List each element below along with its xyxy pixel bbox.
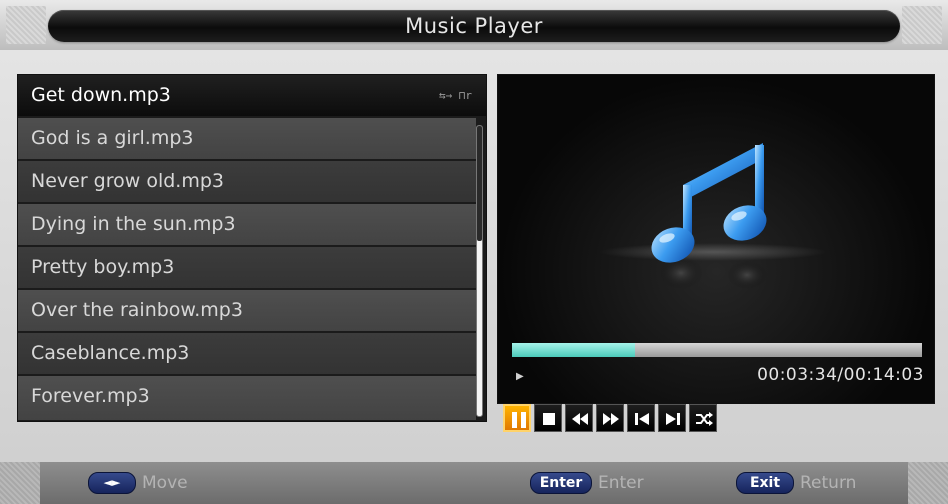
next-track-button[interactable] xyxy=(658,404,686,432)
file-name: Over the rainbow.mp3 xyxy=(31,299,243,321)
progress-bar[interactable] xyxy=(512,343,922,357)
exit-key-badge: Exit xyxy=(736,472,794,494)
fast-forward-button[interactable] xyxy=(596,404,624,432)
previous-track-button[interactable] xyxy=(627,404,655,432)
progress-fill xyxy=(512,343,635,357)
next-track-icon xyxy=(666,413,680,425)
file-name: Forever.mp3 xyxy=(31,385,150,407)
play-triangle-icon: ▶ xyxy=(516,371,524,382)
file-name: Dying in the sun.mp3 xyxy=(31,213,236,235)
file-row[interactable]: Caseblance.mp3 xyxy=(18,333,476,374)
window-title: Music Player xyxy=(405,14,543,38)
title-bar: Music Player xyxy=(48,10,900,42)
previous-track-icon xyxy=(635,413,649,425)
stop-button[interactable] xyxy=(534,404,562,432)
help-corner-right xyxy=(908,462,948,504)
file-type-badge: ⇆→ ⊓r xyxy=(438,89,472,102)
scrollbar-thumb[interactable] xyxy=(477,126,482,241)
list-scrollbar[interactable] xyxy=(476,125,483,417)
file-row[interactable]: God is a girl.mp3 xyxy=(18,118,476,159)
rewind-button[interactable] xyxy=(565,404,593,432)
stop-icon xyxy=(543,413,555,425)
pause-button[interactable] xyxy=(503,404,531,432)
file-row[interactable]: Never grow old.mp3 xyxy=(18,161,476,202)
time-readout: 00:03:34/00:14:03 xyxy=(757,365,924,385)
hint-move-label: Move xyxy=(142,473,188,493)
hint-exit-label: Return xyxy=(800,473,857,493)
hint-enter-label: Enter xyxy=(598,473,644,493)
enter-key-badge: Enter xyxy=(530,472,592,494)
rewind-icon xyxy=(572,413,588,425)
file-row[interactable]: Over the rainbow.mp3 xyxy=(18,290,476,331)
title-corner-right xyxy=(902,6,942,44)
file-name: Never grow old.mp3 xyxy=(31,170,225,192)
file-row-selected[interactable]: Get down.mp3 ⇆→ ⊓r xyxy=(18,75,486,116)
file-name: Get down.mp3 xyxy=(31,84,171,106)
title-corner-left xyxy=(6,6,46,44)
fast-forward-icon xyxy=(603,413,619,425)
help-bar: ◄► Move Enter Enter Exit Return xyxy=(0,462,948,504)
music-note-icon xyxy=(613,125,813,325)
file-row[interactable]: Pretty boy.mp3 xyxy=(18,247,476,288)
shuffle-icon xyxy=(696,412,713,426)
file-name: Pretty boy.mp3 xyxy=(31,256,175,278)
file-row[interactable]: Dying in the sun.mp3 xyxy=(18,204,476,245)
help-corner-left xyxy=(0,462,40,504)
title-frame: Music Player xyxy=(0,0,948,50)
shuffle-button[interactable] xyxy=(689,404,717,432)
arrow-keys-icon: ◄► xyxy=(88,472,136,494)
preview-panel: ▶ 00:03:34/00:14:03 xyxy=(497,74,935,404)
file-row[interactable]: Forever.mp3 xyxy=(18,376,476,420)
file-name: Caseblance.mp3 xyxy=(31,342,190,364)
file-name: God is a girl.mp3 xyxy=(31,127,194,149)
pause-icon xyxy=(512,412,526,428)
file-list[interactable]: Get down.mp3 ⇆→ ⊓r God is a girl.mp3 Nev… xyxy=(17,74,487,422)
